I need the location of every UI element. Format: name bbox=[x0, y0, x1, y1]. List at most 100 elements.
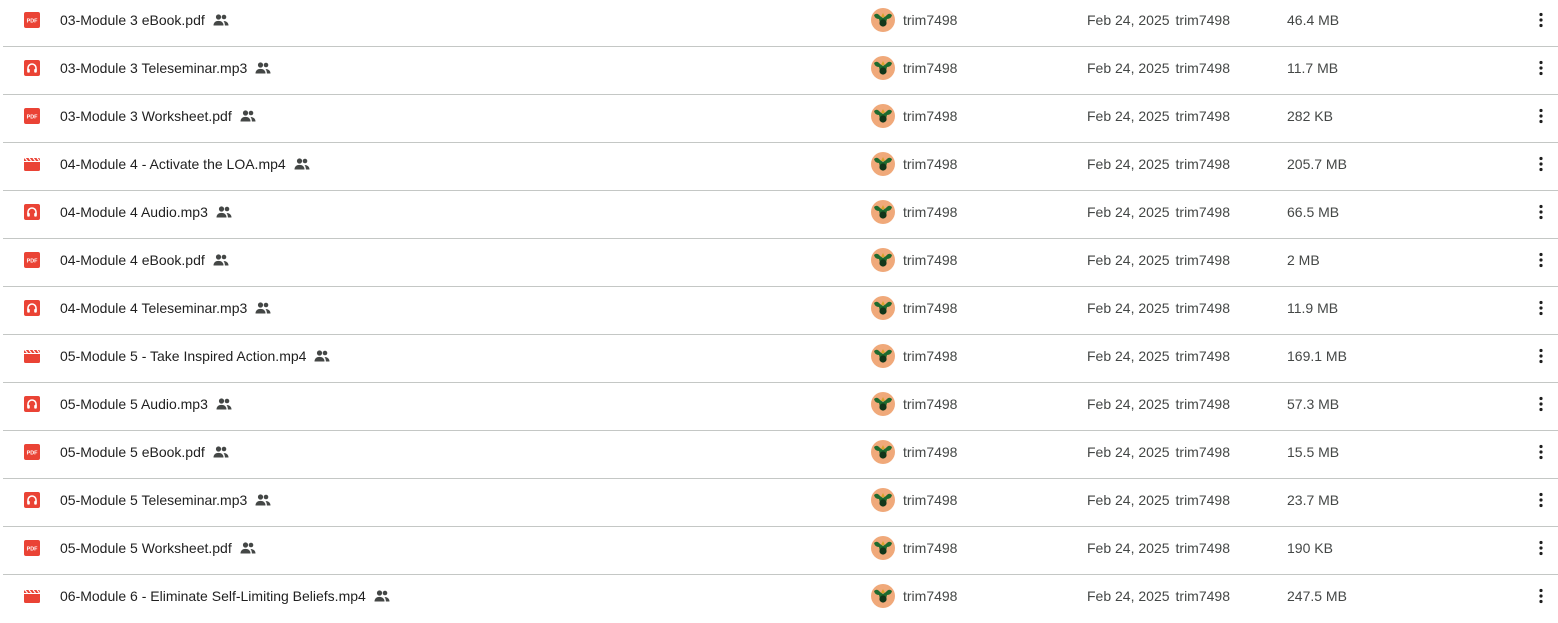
more-vert-icon[interactable] bbox=[1539, 204, 1543, 220]
file-name[interactable]: 06-Module 6 - Eliminate Self-Limiting Be… bbox=[60, 588, 366, 604]
file-name-cell[interactable]: 04-Module 4 eBook.pdf bbox=[60, 240, 229, 280]
file-type-cell bbox=[23, 144, 41, 184]
file-name[interactable]: 03-Module 3 Teleseminar.mp3 bbox=[60, 60, 247, 76]
modified-date: Feb 24, 2025 bbox=[1087, 540, 1170, 556]
owner-name: trim7498 bbox=[903, 396, 958, 412]
file-size: 2 MB bbox=[1287, 252, 1320, 268]
video-icon bbox=[24, 588, 40, 604]
more-actions-button[interactable] bbox=[1531, 576, 1551, 616]
file-name[interactable]: 03-Module 3 eBook.pdf bbox=[60, 12, 205, 28]
more-vert-icon[interactable] bbox=[1539, 348, 1543, 364]
owner-cell: trim7498 bbox=[871, 336, 957, 376]
more-actions-button[interactable] bbox=[1531, 336, 1551, 376]
modified-by: trim7498 bbox=[1175, 540, 1230, 556]
more-actions-button[interactable] bbox=[1531, 432, 1551, 472]
file-row[interactable]: 04-Module 4 Audio.mp3 trim7498 Feb 24, 202… bbox=[3, 192, 1558, 239]
file-size-cell: 11.7 MB bbox=[1287, 48, 1338, 88]
modified-cell: Feb 24, 2025 trim7498 bbox=[1087, 528, 1230, 568]
owner-name: trim7498 bbox=[903, 588, 958, 604]
owner-cell: trim7498 bbox=[871, 240, 957, 280]
file-row[interactable]: PDF 05-Module 5 Worksheet.pdf trim7498 Feb … bbox=[3, 528, 1558, 575]
file-name[interactable]: 03-Module 3 Worksheet.pdf bbox=[60, 108, 232, 124]
modified-by: trim7498 bbox=[1175, 108, 1230, 124]
shared-people-icon bbox=[216, 206, 232, 218]
file-type-cell: PDF bbox=[23, 432, 41, 472]
more-actions-button[interactable] bbox=[1531, 288, 1551, 328]
file-name[interactable]: 05-Module 5 Worksheet.pdf bbox=[60, 540, 232, 556]
file-name-cell[interactable]: 05-Module 5 Teleseminar.mp3 bbox=[60, 480, 271, 520]
file-name[interactable]: 04-Module 4 Audio.mp3 bbox=[60, 204, 208, 220]
shared-people-icon bbox=[255, 494, 271, 506]
file-row[interactable]: 04-Module 4 - Activate the LOA.mp4 trim74… bbox=[3, 144, 1558, 191]
audio-icon bbox=[24, 492, 40, 508]
file-name-cell[interactable]: 04-Module 4 - Activate the LOA.mp4 bbox=[60, 144, 310, 184]
shared-people-icon bbox=[213, 446, 229, 458]
pdf-icon: PDF bbox=[24, 108, 40, 124]
file-name[interactable]: 05-Module 5 - Take Inspired Action.mp4 bbox=[60, 348, 306, 364]
owner-name: trim7498 bbox=[903, 204, 958, 220]
more-vert-icon[interactable] bbox=[1539, 396, 1543, 412]
file-row[interactable]: PDF 03-Module 3 eBook.pdf trim7498 Feb 24, … bbox=[3, 0, 1558, 47]
file-name-cell[interactable]: 05-Module 5 Audio.mp3 bbox=[60, 384, 232, 424]
more-vert-icon[interactable] bbox=[1539, 588, 1543, 604]
file-size: 11.9 MB bbox=[1287, 300, 1339, 316]
svg-text:PDF: PDF bbox=[27, 115, 38, 121]
more-actions-button[interactable] bbox=[1531, 0, 1551, 40]
more-vert-icon[interactable] bbox=[1539, 252, 1543, 268]
more-vert-icon[interactable] bbox=[1539, 156, 1543, 172]
file-row[interactable]: PDF 05-Module 5 eBook.pdf trim7498 Feb 24, … bbox=[3, 432, 1558, 479]
more-actions-button[interactable] bbox=[1531, 384, 1551, 424]
file-name[interactable]: 05-Module 5 Audio.mp3 bbox=[60, 396, 208, 412]
file-name[interactable]: 04-Module 4 Teleseminar.mp3 bbox=[60, 300, 247, 316]
file-type-cell: PDF bbox=[23, 240, 41, 280]
file-name-cell[interactable]: 03-Module 3 Worksheet.pdf bbox=[60, 96, 256, 136]
more-actions-button[interactable] bbox=[1531, 144, 1551, 184]
file-row[interactable]: 05-Module 5 Audio.mp3 trim7498 Feb 24, 202… bbox=[3, 384, 1558, 431]
file-name[interactable]: 05-Module 5 eBook.pdf bbox=[60, 444, 205, 460]
more-vert-icon[interactable] bbox=[1539, 492, 1543, 508]
file-name-cell[interactable]: 06-Module 6 - Eliminate Self-Limiting Be… bbox=[60, 576, 390, 616]
file-name[interactable]: 04-Module 4 eBook.pdf bbox=[60, 252, 205, 268]
file-name-cell[interactable]: 05-Module 5 - Take Inspired Action.mp4 bbox=[60, 336, 330, 376]
more-vert-icon[interactable] bbox=[1539, 60, 1543, 76]
file-name[interactable]: 04-Module 4 - Activate the LOA.mp4 bbox=[60, 156, 286, 172]
owner-avatar bbox=[871, 440, 895, 464]
file-row[interactable]: 04-Module 4 Teleseminar.mp3 trim7498 Feb 2… bbox=[3, 288, 1558, 335]
file-name-cell[interactable]: 04-Module 4 Audio.mp3 bbox=[60, 192, 232, 232]
more-actions-button[interactable] bbox=[1531, 192, 1551, 232]
modified-date: Feb 24, 2025 bbox=[1087, 12, 1170, 28]
file-row[interactable]: PDF 03-Module 3 Worksheet.pdf trim7498 Feb … bbox=[3, 96, 1558, 143]
file-name[interactable]: 05-Module 5 Teleseminar.mp3 bbox=[60, 492, 247, 508]
owner-name: trim7498 bbox=[903, 156, 958, 172]
modified-by: trim7498 bbox=[1175, 396, 1230, 412]
file-row[interactable]: PDF 04-Module 4 eBook.pdf trim7498 Feb 24, … bbox=[3, 240, 1558, 287]
file-type-cell bbox=[23, 192, 41, 232]
more-actions-button[interactable] bbox=[1531, 480, 1551, 520]
more-actions-button[interactable] bbox=[1531, 528, 1551, 568]
file-name-cell[interactable]: 05-Module 5 eBook.pdf bbox=[60, 432, 229, 472]
more-vert-icon[interactable] bbox=[1539, 108, 1543, 124]
file-row[interactable]: 05-Module 5 - Take Inspired Action.mp4 tr… bbox=[3, 336, 1558, 383]
modified-by: trim7498 bbox=[1175, 252, 1230, 268]
file-name-cell[interactable]: 05-Module 5 Worksheet.pdf bbox=[60, 528, 256, 568]
audio-icon bbox=[24, 204, 40, 220]
file-name-cell[interactable]: 03-Module 3 Teleseminar.mp3 bbox=[60, 48, 271, 88]
file-name-cell[interactable]: 04-Module 4 Teleseminar.mp3 bbox=[60, 288, 271, 328]
file-row[interactable]: 03-Module 3 Teleseminar.mp3 trim7498 Feb 2… bbox=[3, 48, 1558, 95]
modified-date: Feb 24, 2025 bbox=[1087, 156, 1170, 172]
file-name-cell[interactable]: 03-Module 3 eBook.pdf bbox=[60, 0, 229, 40]
file-row[interactable]: 05-Module 5 Teleseminar.mp3 trim7498 Feb 2… bbox=[3, 480, 1558, 527]
more-actions-button[interactable] bbox=[1531, 240, 1551, 280]
more-actions-button[interactable] bbox=[1531, 48, 1551, 88]
file-row[interactable]: 06-Module 6 - Eliminate Self-Limiting Be… bbox=[3, 576, 1558, 623]
more-vert-icon[interactable] bbox=[1539, 444, 1543, 460]
more-vert-icon[interactable] bbox=[1539, 300, 1543, 316]
more-vert-icon[interactable] bbox=[1539, 540, 1543, 556]
modified-cell: Feb 24, 2025 trim7498 bbox=[1087, 144, 1230, 184]
file-size-cell: 190 KB bbox=[1287, 528, 1333, 568]
more-actions-button[interactable] bbox=[1531, 96, 1551, 136]
more-vert-icon[interactable] bbox=[1539, 12, 1543, 28]
file-size: 205.7 MB bbox=[1287, 156, 1347, 172]
shared-people-icon bbox=[255, 302, 271, 314]
pdf-icon: PDF bbox=[24, 444, 40, 460]
